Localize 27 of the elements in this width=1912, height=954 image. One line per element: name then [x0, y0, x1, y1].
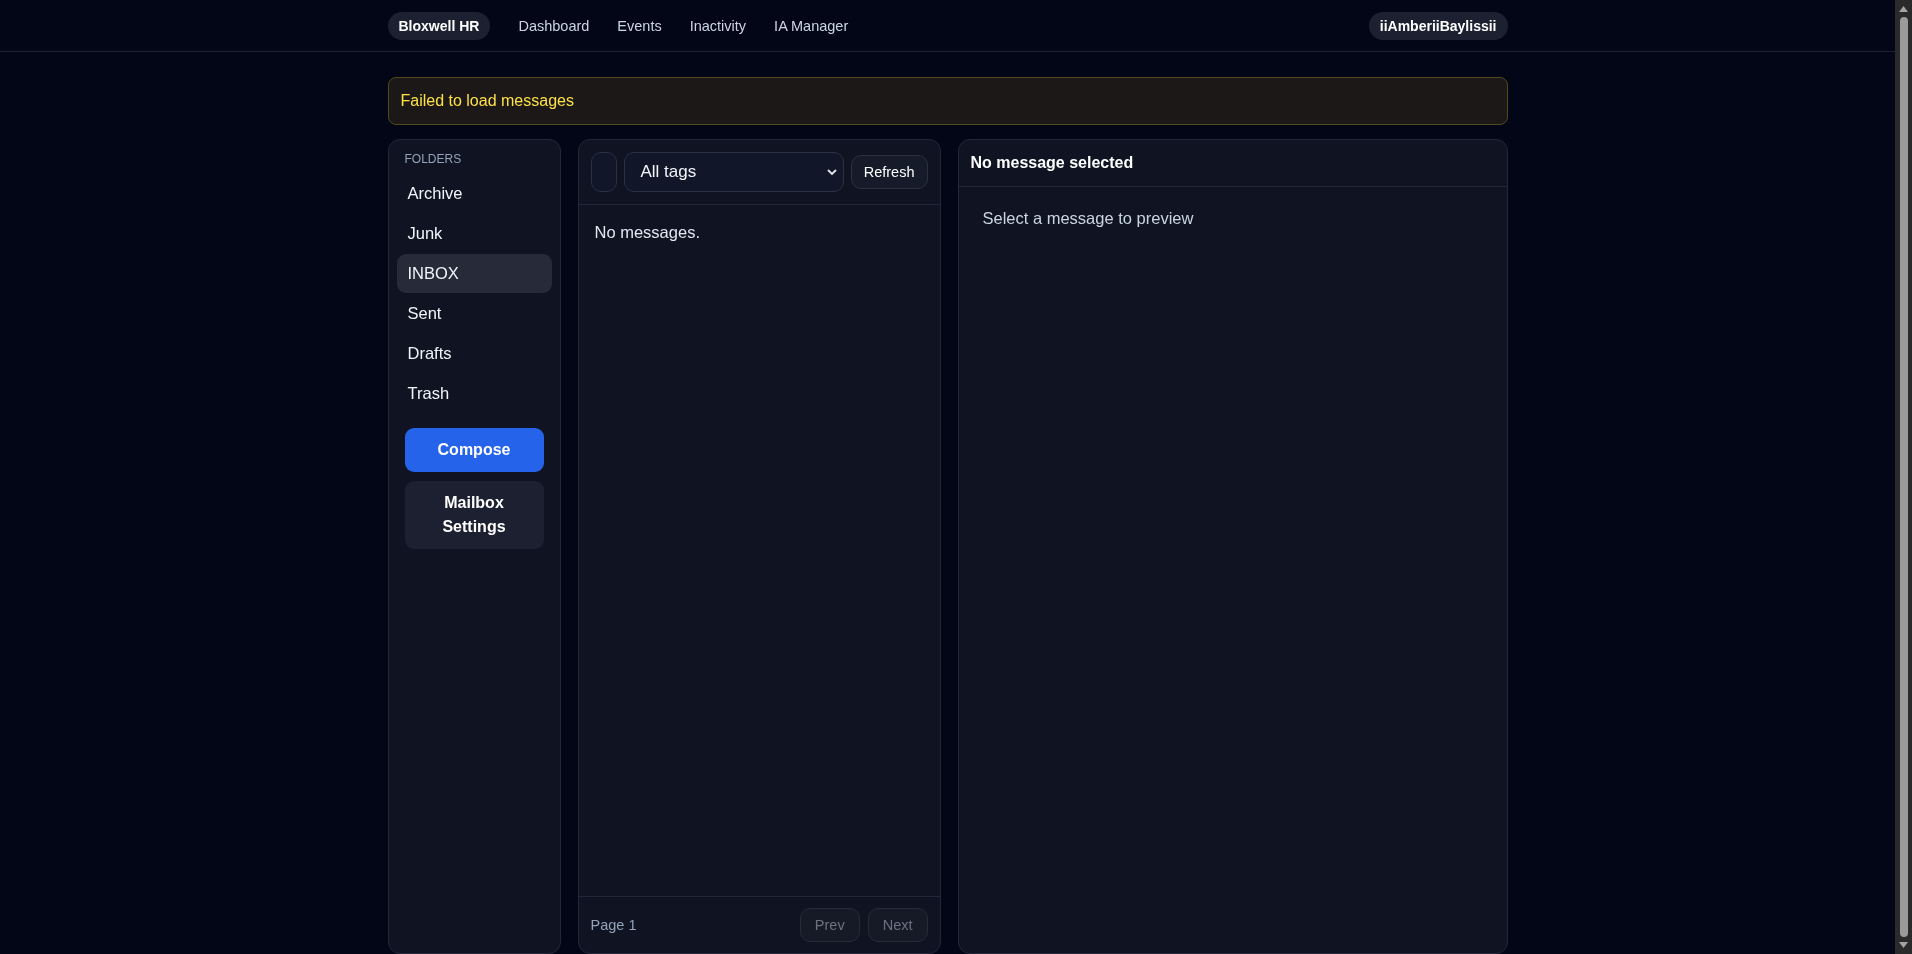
folder-item[interactable]: Sent	[396, 294, 552, 333]
nav-link[interactable]: IA Manager	[774, 17, 849, 34]
nav-link[interactable]: Dashboard	[518, 17, 590, 34]
empty-list-text: No messages.	[594, 223, 701, 242]
up-arrow-icon	[1899, 6, 1908, 12]
folder-item[interactable]: Trash	[396, 374, 552, 413]
folder-item[interactable]: Archive	[396, 174, 552, 213]
scrollbar[interactable]	[1895, 0, 1912, 954]
page-indicator: Page 1	[590, 917, 637, 933]
nav-link[interactable]: Inactivity	[689, 17, 747, 34]
error-message: Failed to load messages	[400, 92, 574, 110]
down-arrow-icon	[1899, 942, 1908, 948]
compose-button[interactable]: Compose	[404, 428, 544, 472]
folders-heading: FOLDERS	[404, 152, 463, 166]
folder-item[interactable]: INBOX	[396, 254, 552, 293]
folder-item[interactable]: Drafts	[396, 334, 552, 373]
folder-item[interactable]: Junk	[396, 214, 552, 253]
preview-hint: Select a message to preview	[982, 209, 1194, 227]
user-badge[interactable]: iiAmberiiBaylissii	[1368, 11, 1508, 40]
empty-input-field[interactable]	[590, 152, 617, 192]
settings-button[interactable]: Mailbox Settings	[404, 481, 544, 549]
brand-badge[interactable]: Bloxwell HR	[387, 11, 491, 40]
nav-link[interactable]: Events	[617, 17, 662, 34]
chevron-down-icon	[826, 168, 837, 176]
refresh-button[interactable]: Refresh	[850, 155, 928, 189]
preview-title: No message selected	[958, 140, 1507, 187]
tag-select[interactable]: All tags	[623, 152, 844, 192]
